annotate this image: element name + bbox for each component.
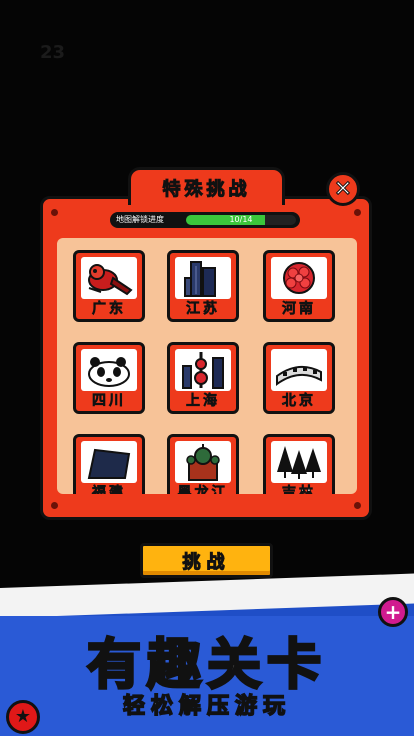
province-card-fujian[interactable]: 福建	[73, 434, 145, 494]
province-label: 吉林	[282, 485, 316, 494]
landmark-icon	[81, 441, 137, 483]
province-card-sichuan[interactable]: 四川	[73, 342, 145, 414]
star-icon: ★	[6, 700, 40, 734]
province-label: 四川	[92, 393, 126, 410]
province-card-jilin[interactable]: 吉林	[263, 434, 335, 494]
progress-text: 10/14	[229, 215, 253, 224]
panda-icon	[81, 349, 137, 391]
province-label: 黑龙江	[177, 485, 229, 494]
rivet	[354, 209, 361, 216]
close-button[interactable]: ✕	[326, 172, 360, 206]
plus-icon: +	[378, 597, 408, 627]
province-label: 广东	[92, 301, 126, 318]
province-card-heilongjiang[interactable]: 黑龙江	[167, 434, 239, 494]
oriental-pearl-tower-icon	[175, 349, 231, 391]
lion-dance-icon	[81, 257, 137, 299]
progress-label: 地图解锁进度	[116, 215, 164, 224]
province-card-guangdong[interactable]: 广东	[73, 250, 145, 322]
rivet	[51, 502, 58, 509]
province-label: 北京	[282, 393, 316, 410]
province-label: 江苏	[186, 301, 220, 318]
close-icon: ✕	[333, 176, 353, 202]
promo-subline: 轻松解压游玩	[122, 693, 291, 720]
background-level-text: 23	[40, 42, 66, 63]
province-label: 上海	[186, 393, 220, 410]
province-label: 河南	[282, 301, 316, 318]
modal-title: 特殊挑战	[162, 178, 251, 200]
peony-icon	[271, 257, 327, 299]
province-grid: 广东 江苏 河南 四川 上海 北京 福建 黑龙江 吉林	[57, 238, 357, 494]
province-label: 福建	[92, 485, 126, 494]
cathedral-icon	[175, 441, 231, 483]
skyscraper-icon	[175, 257, 231, 299]
province-card-beijing[interactable]: 北京	[263, 342, 335, 414]
province-card-henan[interactable]: 河南	[263, 250, 335, 322]
great-wall-icon	[271, 349, 327, 391]
modal-title-tab: 特殊挑战	[128, 167, 285, 205]
challenge-button-label: 挑战	[182, 551, 231, 573]
challenge-button[interactable]: 挑战	[140, 543, 273, 578]
province-card-jiangsu[interactable]: 江苏	[167, 250, 239, 322]
rivet	[354, 502, 361, 509]
pine-trees-icon	[271, 441, 327, 483]
unlock-progress: 地图解锁进度 10/14	[110, 212, 300, 228]
province-card-shanghai[interactable]: 上海	[167, 342, 239, 414]
rivet	[51, 209, 58, 216]
